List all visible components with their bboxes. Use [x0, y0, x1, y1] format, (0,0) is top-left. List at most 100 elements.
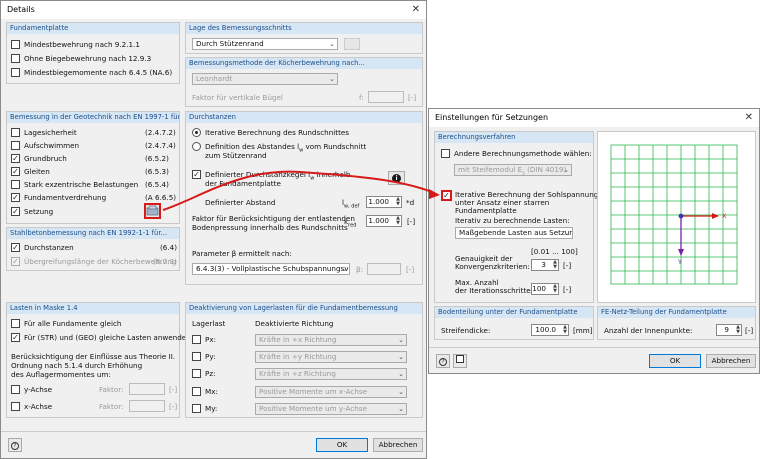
label-py: Py: — [205, 352, 216, 361]
checkbox-aufschwimmen[interactable] — [11, 141, 20, 150]
chevron-down-icon: ⌄ — [398, 370, 404, 378]
label-x-achse: x-Achse — [24, 402, 53, 411]
checkbox-str-geo[interactable]: ✓ — [11, 333, 20, 342]
chevron-down-icon: ⌄ — [398, 336, 404, 344]
spinner-icon[interactable]: ▲ ▼ — [396, 197, 400, 207]
chevron-down-icon: ⌄ — [398, 388, 404, 396]
ok-button[interactable]: OK — [649, 354, 701, 368]
info-button[interactable]: i — [388, 171, 405, 185]
axis-y-label: Y — [678, 258, 682, 266]
group-bodenteilung: Bodenteilung unter der Fundamentplatte S… — [434, 306, 594, 340]
checkbox-uebergreifungslaenge[interactable]: ✓ — [11, 257, 20, 266]
column-lagerlast: Lagerlast — [192, 319, 226, 328]
radio-definition-abstand[interactable] — [192, 142, 201, 151]
group-geotechnik: Bemessung in der Geotechnik nach EN 1997… — [6, 111, 180, 224]
input-max-anzahl[interactable]: 100 ▲ ▼ — [531, 283, 559, 295]
close-icon[interactable]: ✕ — [412, 1, 420, 19]
checkbox-mindestbewehrung[interactable] — [11, 40, 20, 49]
select-pz[interactable]: Kräfte in +z Richtung ⌄ — [255, 368, 407, 380]
chevron-down-icon: ⌄ — [563, 166, 569, 174]
group-lage-bemessungsschnitt: Lage des Bemessungsschnitts Durch Stütze… — [185, 22, 423, 54]
label-f: f: — [359, 93, 364, 102]
label-mx: Mx: — [205, 387, 218, 396]
input-faktor-buegel[interactable] — [368, 91, 404, 103]
input-abstand[interactable]: 1.000 ▲ ▼ — [366, 196, 402, 208]
info-panel-button[interactable] — [453, 354, 467, 368]
checkbox-durchstanzen[interactable]: ✓ — [11, 243, 20, 252]
spinner-icon[interactable]: ▲ ▼ — [396, 216, 400, 226]
label-faktor-entlastend-2: Bodenpressung innerhalb des Rundschnitts — [192, 223, 348, 232]
label-innenpunkte: Anzahl der Innenpunkte: — [604, 326, 693, 335]
unit-y: [-] — [169, 385, 178, 394]
group-header: Stahlbetonbemessung nach EN 1992-1-1 für… — [7, 228, 179, 239]
cancel-button[interactable]: Abbrechen — [373, 438, 423, 452]
checkbox-gleiten[interactable]: ✓ — [11, 167, 20, 176]
checkbox-grundbruch[interactable]: ✓ — [11, 154, 20, 163]
select-mx[interactable]: Positive Momente um x-Achse ⌄ — [255, 386, 407, 398]
cancel-button[interactable]: Abbrechen — [706, 354, 756, 368]
help-button[interactable]: ? — [8, 438, 22, 452]
select-my[interactable]: Positive Momente um y-Achse ⌄ — [255, 403, 407, 415]
edit-button[interactable] — [344, 38, 360, 50]
group-header: Lasten in Maske 1.4 — [7, 303, 179, 314]
ref-exzentrisch: (6.5.4) — [145, 180, 169, 189]
select-px[interactable]: Kräfte in +x Richtung ⌄ — [255, 334, 407, 346]
setzung-settings-button[interactable] — [144, 203, 161, 219]
input-streifendicke[interactable]: 100.0 ▲ ▼ — [531, 324, 569, 336]
checkbox-px[interactable] — [192, 335, 201, 344]
symbol-kred: kred — [344, 217, 357, 229]
checkbox-pz[interactable] — [192, 369, 201, 378]
help-button[interactable]: ? — [436, 354, 450, 368]
checkbox-my[interactable] — [192, 404, 201, 413]
select-iterative-lasten[interactable]: Maßgebende Lasten aus Setzung ⌄ — [455, 227, 573, 239]
chevron-down-icon: ⌄ — [564, 229, 570, 237]
label-genauigkeit-2: Konvergenzkriterien: — [455, 262, 530, 271]
input-faktor-x[interactable] — [129, 400, 165, 412]
spinner-icon[interactable]: ▲ ▼ — [553, 284, 557, 294]
input-genauigkeit[interactable]: 3 ▲ ▼ — [531, 259, 559, 271]
checkbox-lagesicherheit[interactable] — [11, 128, 20, 137]
ref-aufschwimmen: (2.4.7.4) — [145, 141, 176, 150]
checkbox-mx[interactable] — [192, 387, 201, 396]
checkbox-durchstanzkegel[interactable]: ✓ — [192, 170, 201, 179]
chevron-down-icon: ⌄ — [341, 265, 347, 273]
checkbox-fundamentverdrehung[interactable]: ✓ — [11, 193, 20, 202]
group-stahlbeton: Stahlbetonbemessung nach EN 1992-1-1 für… — [6, 227, 180, 271]
label-iterative-3: Fundamentplatte — [455, 206, 517, 215]
label-mindestbiegemomente: Mindestbiegemomente nach 6.4.5 (NA.6) — [24, 68, 173, 77]
label-parameter-beta: Parameter β ermittelt nach: — [192, 249, 292, 258]
checkbox-py[interactable] — [192, 352, 201, 361]
input-faktor-y[interactable] — [129, 383, 165, 395]
input-innenpunkte[interactable]: 9 ▲ ▼ — [716, 324, 742, 336]
select-lage[interactable]: Durch Stützenrand ⌄ — [192, 38, 338, 50]
label-faktor-x: Faktor: — [99, 402, 124, 411]
input-beta[interactable] — [367, 263, 401, 275]
unit-kred: [-] — [407, 217, 416, 226]
spinner-icon[interactable]: ▲ ▼ — [736, 325, 740, 335]
checkbox-andere-methode[interactable] — [441, 149, 450, 158]
checkbox-y-achse[interactable] — [11, 385, 20, 394]
checkbox-setzung[interactable]: ✓ — [11, 207, 20, 216]
select-py[interactable]: Kräfte in +y Richtung ⌄ — [255, 351, 407, 363]
checkbox-exzentrisch[interactable] — [11, 180, 20, 189]
label-fundamentverdrehung: Fundamentverdrehung — [24, 193, 107, 202]
input-kred[interactable]: 1.000 ▲ ▼ — [366, 215, 402, 227]
radio-iterative[interactable] — [192, 128, 201, 137]
spinner-icon[interactable]: ▲ ▼ — [563, 325, 567, 335]
unit-beta: [-] — [406, 265, 415, 274]
checkbox-alle-fundamente[interactable] — [11, 319, 20, 328]
checkbox-iterative[interactable]: ✓ — [441, 190, 452, 201]
label-range: [0.01 ... 100] — [531, 247, 578, 256]
ok-button[interactable]: OK — [316, 438, 368, 452]
select-parameter-beta[interactable]: 6.4.3(3) - Vollplastische Schubspannungs… — [192, 263, 350, 275]
details-titlebar: Details ✕ — [1, 1, 426, 19]
label-faktor-buegel: Faktor für vertikale Bügel — [192, 93, 283, 102]
checkbox-mindestbiegemomente[interactable] — [11, 68, 20, 77]
close-icon[interactable]: ✕ — [745, 109, 753, 127]
checkbox-ohne-biegebewehrung[interactable] — [11, 54, 20, 63]
select-methode[interactable]: mit Steifemodul Es (DIN 4019) ⌄ — [454, 164, 572, 176]
spinner-icon[interactable]: ▲ ▼ — [553, 260, 557, 270]
label-mindestbewehrung: Mindestbewehrung nach 9.2.1.1 — [24, 40, 140, 49]
checkbox-x-achse[interactable] — [11, 402, 20, 411]
select-koecher-methode[interactable]: Leonhardt ⌄ — [192, 73, 338, 85]
